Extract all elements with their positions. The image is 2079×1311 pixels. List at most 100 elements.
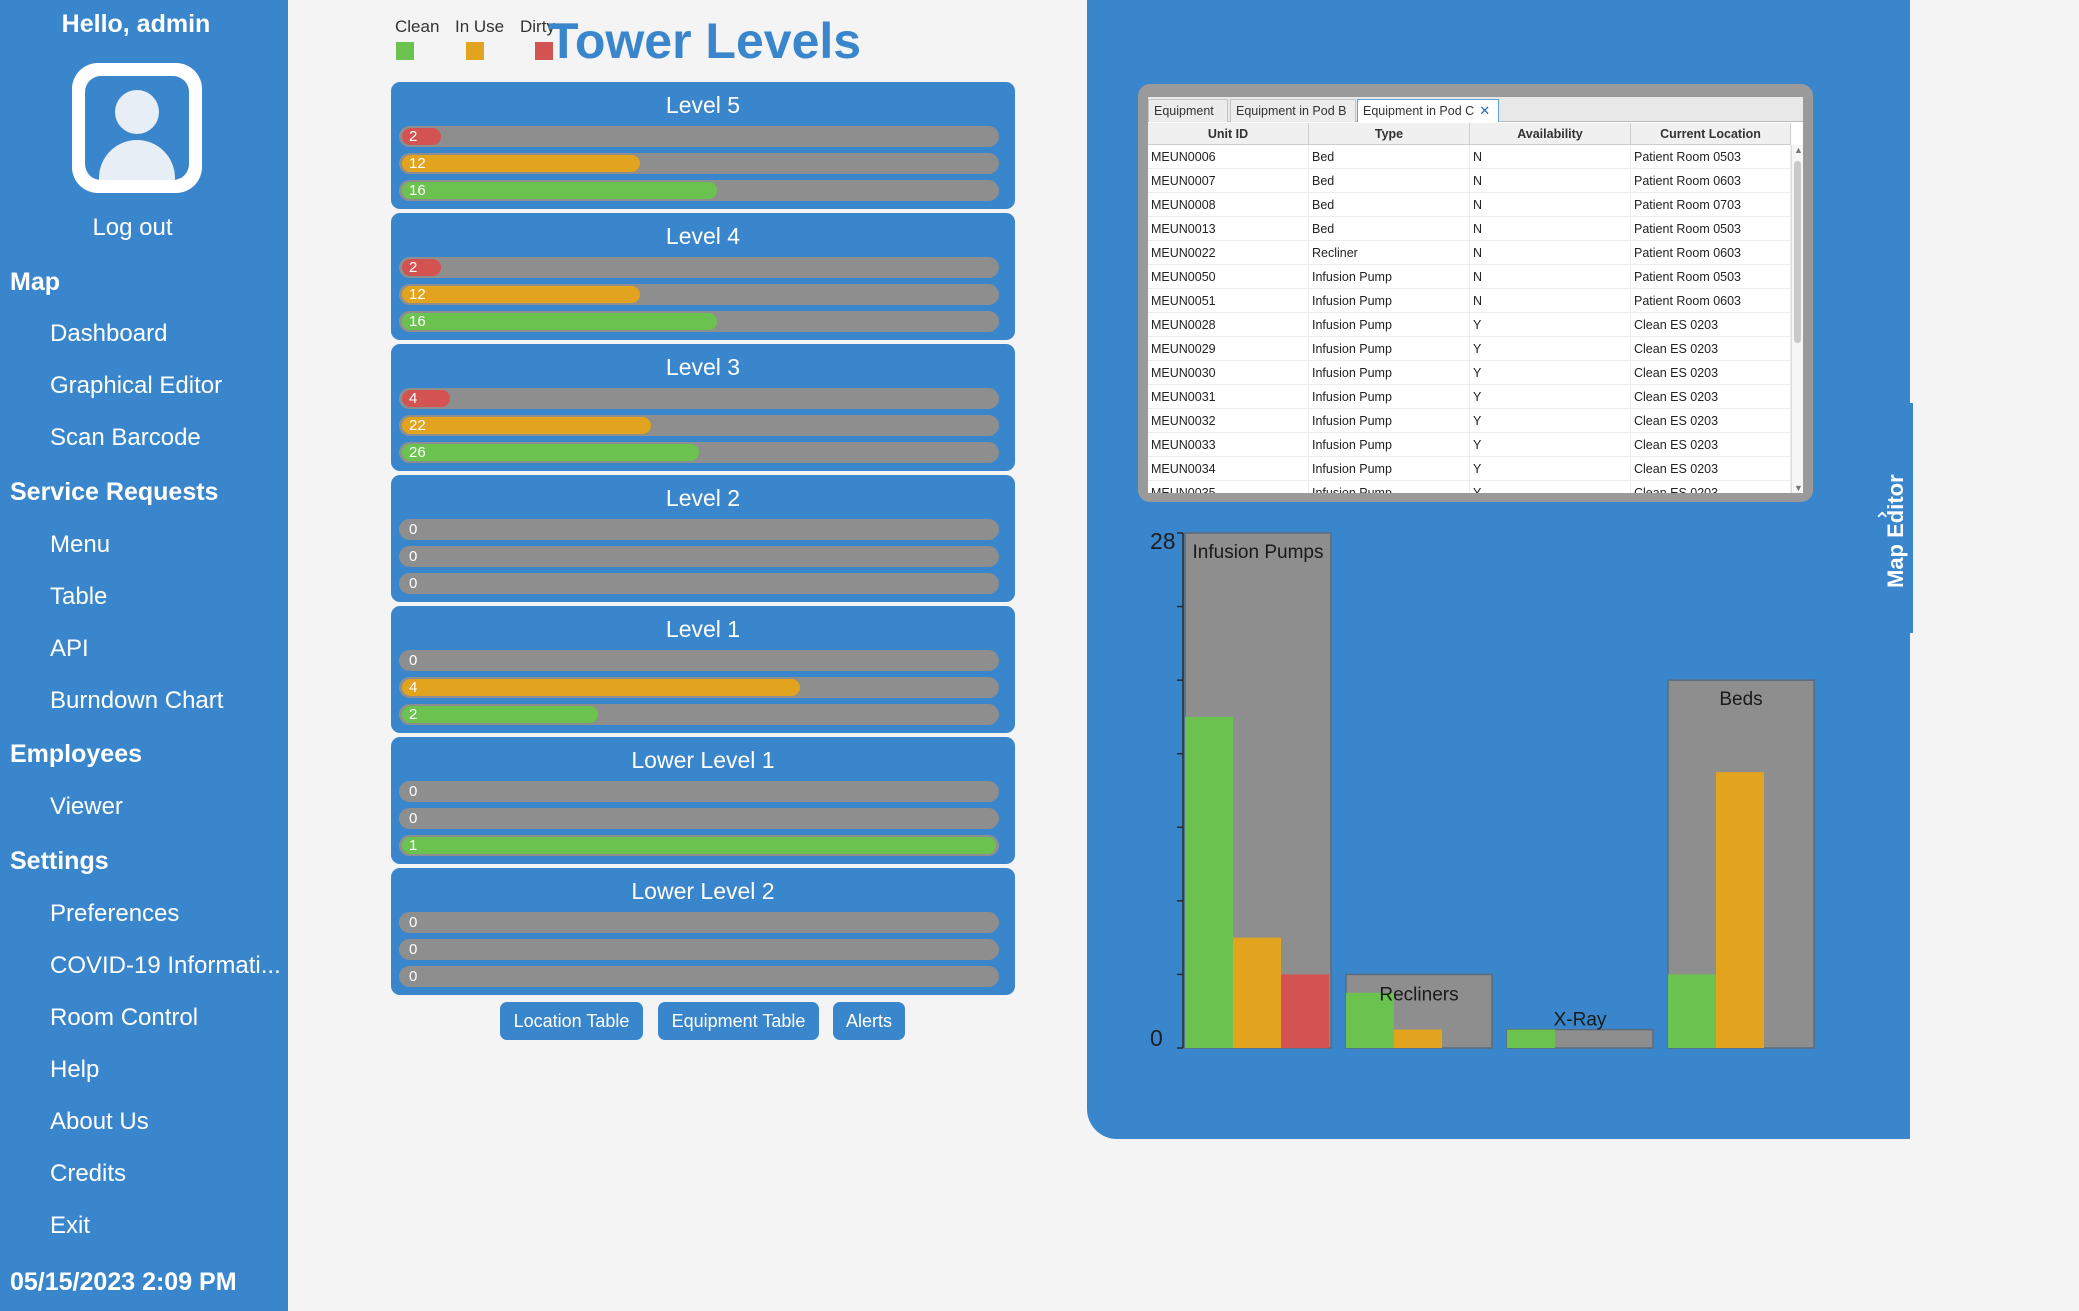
table-row[interactable]: MEUN0029 Infusion Pump Y Clean ES 0203: [1148, 337, 1791, 361]
level-name: Level 4: [665, 223, 741, 249]
status-bar-dirty: 0: [399, 912, 999, 933]
column-header[interactable]: Availability: [1470, 123, 1631, 145]
table-row[interactable]: MEUN0022 Recliner N Patient Room 0603: [1148, 241, 1791, 265]
column-header[interactable]: Current Location: [1631, 123, 1791, 145]
nav-section-title: Map: [10, 268, 60, 296]
status-count: 4: [409, 390, 418, 407]
status-bar-in-use: 12: [399, 284, 999, 305]
table-tabs: Equipment Equipment in Pod B Equipment in …: [1148, 97, 1803, 122]
table-row[interactable]: MEUN0035 Infusion Pump Y Clean ES 0203: [1148, 481, 1791, 493]
status-bar-fill: [402, 679, 800, 696]
equipment-table-button[interactable]: Equipment Table: [658, 1002, 819, 1040]
nav-item[interactable]: Credits: [50, 1160, 126, 1188]
status-bar-fill: [402, 417, 651, 434]
table-row[interactable]: MEUN0031 Infusion Pump Y Clean ES 0203: [1148, 385, 1791, 409]
scroll-down-icon[interactable]: ▼: [1794, 483, 1803, 493]
status-bar-dirty: 0: [399, 781, 999, 802]
table-row[interactable]: MEUN0006 Bed N Patient Room 0503: [1148, 145, 1791, 169]
scrollbar-thumb[interactable]: [1794, 161, 1801, 343]
status-count: 0: [409, 941, 418, 958]
table-row[interactable]: MEUN0007 Bed N Patient Room 0603: [1148, 169, 1791, 193]
location-table-button[interactable]: Location Table: [500, 1002, 643, 1040]
nav-item[interactable]: Preferences: [50, 900, 179, 928]
status-bar-clean: 2: [399, 704, 999, 725]
table-cell: Clean ES 0203: [1631, 385, 1791, 409]
table-cell: N: [1470, 145, 1631, 169]
status-bar-fill: [402, 313, 717, 330]
table-cell: Y: [1470, 313, 1631, 337]
table-cell: N: [1470, 193, 1631, 217]
table-scrollbar[interactable]: ▲ ▼: [1791, 145, 1803, 493]
equipment-status-chart: 28 0 Infusion Pumps Recliners X-Ray Beds: [1150, 528, 1815, 1051]
table-cell: Y: [1470, 481, 1631, 493]
status-bar-in-use: 22: [399, 415, 999, 436]
table-tab-label: Equipment in Pod B: [1236, 104, 1347, 118]
table-cell: Bed: [1309, 145, 1470, 169]
status-bar-fill: [402, 182, 717, 199]
status-count: 0: [409, 652, 418, 669]
status-count: 16: [409, 182, 426, 199]
table-row[interactable]: MEUN0051 Infusion Pump N Patient Room 0603: [1148, 289, 1791, 313]
table-cell: MEUN0035: [1148, 481, 1309, 493]
table-cell: Patient Room 0703: [1631, 193, 1791, 217]
status-bar-dirty: [1281, 974, 1329, 1048]
status-count: 0: [409, 968, 418, 985]
status-count: 0: [409, 810, 418, 827]
table-row[interactable]: MEUN0008 Bed N Patient Room 0703: [1148, 193, 1791, 217]
alerts-button[interactable]: Alerts: [833, 1002, 905, 1040]
nav-item[interactable]: Viewer: [50, 793, 123, 821]
table-cell: Infusion Pump: [1309, 361, 1470, 385]
greeting: Hello, admin: [61, 10, 211, 38]
nav-item[interactable]: Dashboard: [50, 320, 167, 348]
table-cell: N: [1470, 217, 1631, 241]
datetime: 05/15/2023 2:09 PM: [10, 1268, 237, 1296]
nav-item[interactable]: Table: [50, 583, 107, 611]
column-header[interactable]: Unit ID: [1148, 123, 1309, 145]
nav-item[interactable]: Help: [50, 1056, 99, 1084]
table-cell: Bed: [1309, 217, 1470, 241]
level-name: Lower Level 2: [631, 878, 775, 904]
table-cell: N: [1470, 265, 1631, 289]
nav-item[interactable]: Menu: [50, 531, 110, 559]
level-card: Level 1 0 4 2: [391, 606, 1015, 733]
status-bar-clean: [1668, 974, 1716, 1048]
table-row[interactable]: MEUN0050 Infusion Pump N Patient Room 0503: [1148, 265, 1791, 289]
table-row[interactable]: MEUN0013 Bed N Patient Room 0503: [1148, 217, 1791, 241]
map-editor-label: Map Editor: [1883, 474, 1908, 588]
table-cell: N: [1470, 241, 1631, 265]
nav-item[interactable]: Scan Barcode: [50, 424, 201, 452]
nav-item[interactable]: Exit: [50, 1212, 90, 1240]
nav-item[interactable]: COVID-19 Informati...: [50, 952, 281, 980]
table-row[interactable]: MEUN0028 Infusion Pump Y Clean ES 0203: [1148, 313, 1791, 337]
y-tick-label: 28: [1150, 528, 1176, 554]
close-icon[interactable]: ✕: [1479, 103, 1490, 119]
status-bar-in-use: 0: [399, 808, 999, 829]
status-count: 0: [409, 914, 418, 931]
table-tab[interactable]: Equipment: [1148, 99, 1228, 122]
table-row[interactable]: MEUN0034 Infusion Pump Y Clean ES 0203: [1148, 457, 1791, 481]
table-cell: Patient Room 0603: [1631, 169, 1791, 193]
logout-link[interactable]: Log out: [0, 214, 265, 242]
nav-item[interactable]: API: [50, 635, 89, 663]
nav-item[interactable]: Burndown Chart: [50, 687, 223, 715]
table-tab[interactable]: Equipment in Pod B: [1230, 99, 1356, 122]
table-row[interactable]: MEUN0032 Infusion Pump Y Clean ES 0203: [1148, 409, 1791, 433]
status-count: 26: [409, 444, 426, 461]
map-editor-tab[interactable]: ⌃ Map Editor: [1861, 403, 1913, 633]
nav-item[interactable]: Graphical Editor: [50, 372, 222, 400]
table-row[interactable]: MEUN0033 Infusion Pump Y Clean ES 0203: [1148, 433, 1791, 457]
table-tab[interactable]: Equipment in Pod C ✕: [1357, 99, 1499, 122]
table-cell: MEUN0033: [1148, 433, 1309, 457]
table-cell: Infusion Pump: [1309, 433, 1470, 457]
category-label: X-Ray: [1554, 1010, 1607, 1031]
column-header[interactable]: Type: [1309, 123, 1470, 145]
scroll-up-icon[interactable]: ▲: [1794, 145, 1803, 155]
table-cell: Clean ES 0203: [1631, 337, 1791, 361]
nav-item[interactable]: Room Control: [50, 1004, 198, 1032]
table-cell: MEUN0030: [1148, 361, 1309, 385]
nav-item[interactable]: About Us: [50, 1108, 149, 1136]
level-name: Level 5: [665, 92, 741, 118]
status-bar-dirty: 0: [399, 519, 999, 540]
table-row[interactable]: MEUN0030 Infusion Pump Y Clean ES 0203: [1148, 361, 1791, 385]
status-count: 4: [409, 679, 418, 696]
